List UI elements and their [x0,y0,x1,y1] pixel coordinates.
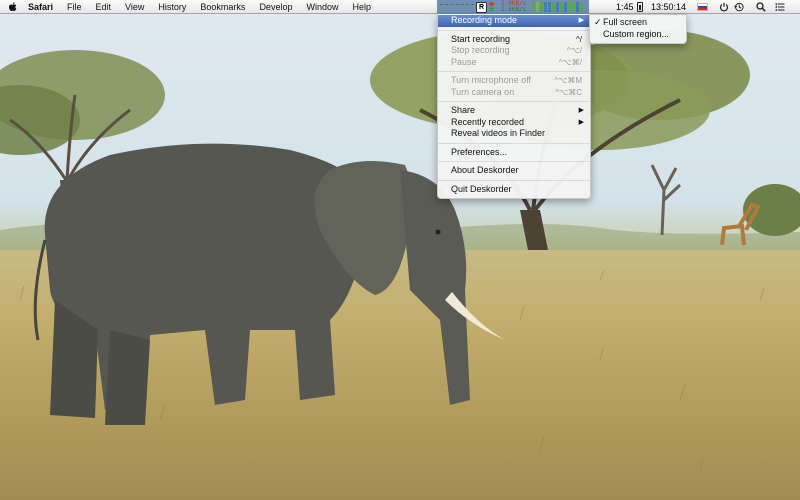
menu-item-recording-mode[interactable]: Recording mode ▶ [438,15,590,27]
deskorder-menu: Recording mode ▶ Start recording ^/ Stop… [437,14,591,199]
menu-item-turn-camera-on[interactable]: Turn camera on ^⌥⌘C [438,87,590,99]
menu-bookmarks[interactable]: Bookmarks [193,0,252,14]
menu-separator [438,71,590,72]
menu-separator [438,142,590,144]
menu-help[interactable]: Help [345,0,378,14]
menu-item-label: Full screen [603,17,648,27]
menu-separator [438,179,590,181]
time-machine-icon[interactable] [734,2,744,12]
menu-item-preferences[interactable]: Preferences... [438,147,590,159]
menu-shortcut: ^⌥⌘C [555,87,582,97]
desktop-wallpaper [0,0,800,500]
menu-window[interactable]: Window [299,0,345,14]
menu-shortcut: ^/ [576,34,582,44]
menu-edit[interactable]: Edit [89,0,119,14]
menu-app-safari[interactable]: Safari [24,0,60,14]
cpu-monitor-icon[interactable] [532,2,583,12]
clock-label[interactable]: 13:50:14 [651,0,686,14]
menu-item-label: Turn microphone off [451,75,532,85]
menu-separator [438,101,590,102]
menu-item-turn-microphone-off[interactable]: Turn microphone off ^⌥⌘M [438,75,590,87]
spotlight-icon[interactable] [756,2,766,12]
menu-item-label: About Deskorder [451,165,519,175]
menu-item-recently-recorded[interactable]: Recently recorded ▶ [438,117,590,129]
submenu-item-full-screen[interactable]: ✓ Full screen [590,17,686,29]
menu-item-label: Quit Deskorder [451,183,512,194]
menu-item-label: Reveal videos in Finder [451,128,546,138]
menu-item-label: Preferences... [451,146,508,157]
network-monitor-icon[interactable] [489,2,495,12]
menu-item-label: Custom region... [603,28,670,39]
checkmark-icon: ✓ [594,17,602,27]
submenu-arrow-icon: ▶ [578,118,584,126]
wallpaper-illustration [0,30,800,471]
app-r-icon[interactable]: R [476,2,487,13]
submenu-arrow-icon: ▶ [578,17,584,24]
menu-history[interactable]: History [151,0,193,14]
menu-item-share[interactable]: Share ▶ [438,105,590,117]
menu-item-label: Start recording [451,33,511,44]
apple-menu-icon[interactable] [0,1,24,12]
menu-shortcut: ^⌥/ [566,46,582,55]
menu-shortcut: ^⌥⌘M [554,76,582,85]
submenu-arrow-icon: ▶ [578,107,584,114]
menu-item-pause[interactable]: Pause ^⌥⌘/ [438,57,590,69]
menu-file[interactable]: File [60,0,89,14]
russian-flag-icon[interactable] [697,3,708,11]
menu-item-about[interactable]: About Deskorder [438,165,590,177]
menu-item-label: Pause [451,56,477,67]
notification-list-icon[interactable] [775,2,785,12]
deskorder-icon[interactable] [440,4,474,11]
menu-separator [438,29,590,31]
menu-item-label: Share [451,105,476,115]
battery-icon[interactable] [637,2,643,12]
menu-separator [438,161,590,162]
menu-item-label: Recently recorded [451,116,525,127]
menu-develop[interactable]: Develop [252,0,299,14]
menu-item-label: Stop recording [451,45,510,55]
download-rate: 1.6KB/s [501,6,527,13]
short-time-label[interactable]: 1:45 [616,0,634,14]
submenu-item-custom-region[interactable]: Custom region... [590,29,686,41]
menu-item-label: Recording mode [451,15,518,25]
menu-item-label: Turn camera on [451,86,515,97]
menu-item-reveal-videos[interactable]: Reveal videos in Finder [438,128,590,140]
menu-item-stop-recording[interactable]: Stop recording ^⌥/ [438,45,590,57]
menu-item-start-recording[interactable]: Start recording ^/ [438,34,590,46]
menu-view[interactable]: View [118,0,151,14]
menu-shortcut: ^⌥⌘/ [558,57,582,67]
menu-item-quit[interactable]: Quit Deskorder [438,184,590,196]
power-icon[interactable] [719,2,729,12]
recording-mode-submenu: ✓ Full screen Custom region... [589,14,687,44]
